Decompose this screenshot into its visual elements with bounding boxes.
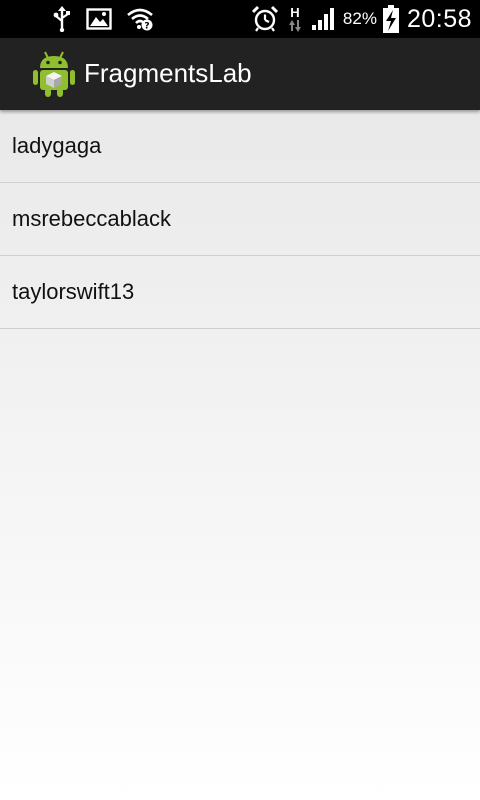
list-item-label: msrebeccablack [12, 206, 171, 231]
list-item-label: taylorswift13 [12, 279, 135, 304]
svg-text:H: H [290, 5, 299, 20]
content-area: ladygaga msrebeccablack taylorswift13 [0, 110, 480, 800]
action-bar: FragmentsLab [0, 38, 480, 110]
hspa-data-icon: H [287, 5, 303, 33]
usb-icon [52, 6, 72, 32]
status-bar: ? H 82% 20:58 [0, 0, 480, 38]
list-item[interactable]: ladygaga [0, 110, 480, 183]
android-app-icon[interactable] [32, 50, 76, 98]
list-item[interactable]: msrebeccablack [0, 183, 480, 256]
status-bar-notifications: ? [52, 5, 154, 33]
image-notification-icon [86, 8, 112, 30]
app-title: FragmentsLab [84, 58, 252, 88]
list-item-label: ladygaga [12, 133, 102, 158]
alarm-icon [251, 5, 279, 33]
svg-text:?: ? [144, 22, 149, 32]
twitter-user-list: ladygaga msrebeccablack taylorswift13 [0, 110, 480, 329]
signal-icon [311, 7, 335, 31]
status-bar-system: H 82% 20:58 [251, 3, 472, 35]
battery-charging-icon [382, 5, 399, 33]
status-clock: 20:58 [406, 4, 472, 33]
list-item[interactable]: taylorswift13 [0, 256, 480, 329]
battery-percentage: 82% [342, 9, 377, 28]
wifi-icon: ? [126, 7, 154, 31]
